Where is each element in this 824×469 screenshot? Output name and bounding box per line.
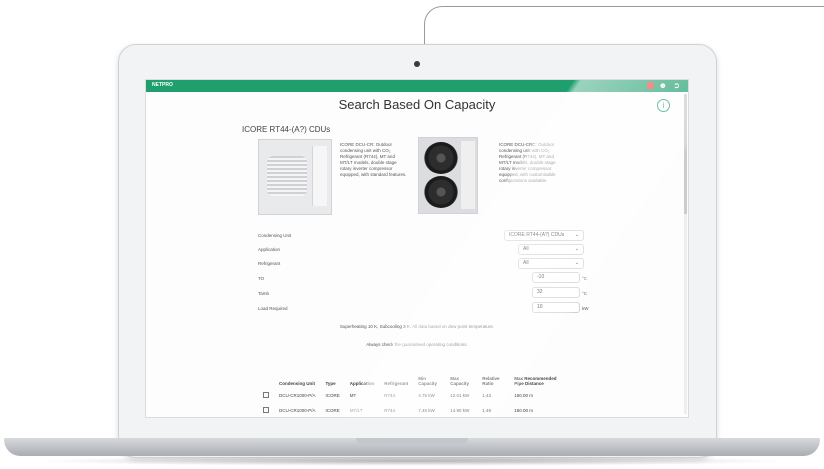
tamb-label: Tamb — [258, 291, 270, 296]
results-table: Condensing Unit Type Application Refrige… — [258, 364, 569, 417]
scrollbar[interactable] — [684, 94, 687, 414]
to-label: TO — [258, 276, 265, 281]
section-title: ICORE RT44-(A?) CDUs — [242, 125, 331, 134]
chevron-down-icon: ⌄ — [574, 232, 579, 238]
table-cell: 4.75 kW — [418, 393, 435, 398]
tamb-unit: °C — [582, 291, 588, 296]
table-cell: 1.43 — [482, 393, 492, 398]
refrigerant-label: Refrigerant — [258, 261, 281, 266]
user-icon[interactable]: ☻ — [659, 81, 669, 90]
product-image-dual-fan-unit — [418, 137, 478, 214]
table-cell: DCU-CR1000-P/A — [279, 393, 316, 398]
table-cell: 150.00 m — [514, 393, 534, 398]
column-header: Refrigerant — [384, 381, 409, 386]
load-required-label: Load Required — [258, 306, 288, 311]
condensing-unit-label: Condensing Unit — [258, 233, 292, 238]
table-cell: R744 — [384, 408, 396, 413]
grille-graphic — [267, 156, 307, 196]
chevron-down-icon: ⌄ — [574, 260, 579, 266]
to-unit: °C — [582, 276, 588, 281]
table-cell: MT — [349, 393, 357, 398]
product-description: ICORE DCU-CR: Outdoor condensing unit wi… — [340, 142, 407, 177]
fan-graphic — [424, 142, 458, 174]
guarantee-note: Always check the guaranteed operating co… — [366, 342, 468, 347]
table-cell: DCU-CR1000-P/A — [279, 408, 316, 413]
table-cell: 14.90 kW — [450, 408, 470, 413]
column-header: Max Recommended Pipe Distance — [514, 376, 557, 386]
webcam — [414, 61, 420, 67]
table-header-row: Condensing Unit Type Application Refrige… — [258, 364, 569, 388]
load-required-input[interactable]: 10 — [532, 302, 580, 313]
table-cell: 12.01 kW — [450, 393, 470, 398]
product-image-outdoor-unit — [258, 139, 332, 215]
condensing-unit-value: ICORE RT44-(A?) CDUs — [509, 232, 565, 238]
decorative-curve — [424, 6, 824, 49]
table-cell: R744 — [384, 393, 396, 398]
scrollbar-thumb[interactable] — [684, 94, 687, 214]
laptop-screen: NETPRO ☻ ➲ Search Based On Capacity i IC… — [145, 79, 689, 418]
page-title: Search Based On Capacity — [338, 97, 496, 112]
column-header: Max Capacity — [450, 376, 470, 386]
topbar-icons: ☻ ➲ — [647, 81, 682, 90]
condensing-unit-select[interactable]: ICORE RT44-(A?) CDUs ⌄ — [504, 230, 584, 241]
column-header: Application — [349, 381, 375, 386]
application-select[interactable]: All ⌄ — [518, 244, 584, 255]
column-header: Min Capacity — [418, 376, 438, 386]
row-checkbox[interactable] — [263, 407, 269, 413]
table-row[interactable]: DCU-CR1000-P/A ICORE MT/LT R744 7.45 kW … — [258, 403, 569, 417]
load-required-unit: kW — [582, 306, 589, 311]
table-cell: 1.49 — [482, 408, 492, 413]
column-header: Condensing Unit — [279, 381, 315, 386]
select-column-header — [258, 364, 274, 388]
refrigerant-select[interactable]: All ⌄ — [518, 258, 584, 269]
fan-graphic — [424, 176, 458, 208]
application-label: Application — [258, 247, 281, 252]
table-row[interactable]: DCU-CR1000-P/A ICORE MT R744 4.75 kW 12.… — [258, 388, 569, 403]
column-header: Type — [325, 381, 336, 386]
top-bar: NETPRO ☻ ➲ — [146, 80, 688, 92]
tamb-input[interactable]: 32 — [532, 287, 580, 298]
side-panel-graphic — [312, 146, 327, 206]
laptop-hinge-notch — [356, 438, 468, 444]
chevron-down-icon: ⌄ — [574, 246, 579, 252]
table-cell: 150.00 m — [514, 408, 534, 413]
application-value: All — [523, 246, 529, 252]
row-checkbox[interactable] — [263, 392, 269, 398]
table-cell: MT/LT — [349, 408, 363, 413]
table-cell: 7.45 kW — [418, 408, 435, 413]
table-cell: ICORE — [325, 393, 340, 398]
brand-logo: NETPRO — [152, 82, 173, 88]
to-input[interactable]: -10 — [532, 272, 580, 283]
laptop-shadow — [30, 456, 794, 466]
column-header: Relative Ratio — [482, 376, 500, 386]
product-description: ICORE DCU-CRC: Outdoor condensing unit w… — [499, 142, 556, 183]
table-cell: ICORE — [325, 408, 340, 413]
refrigerant-value: All — [523, 260, 529, 266]
info-icon[interactable]: i — [657, 99, 670, 112]
alert-icon[interactable] — [647, 82, 655, 90]
side-panel-graphic — [461, 141, 475, 209]
logout-icon[interactable]: ➲ — [673, 81, 682, 90]
superheat-note: Superheating 10 K, Subcooling 3 K. All d… — [339, 324, 495, 329]
